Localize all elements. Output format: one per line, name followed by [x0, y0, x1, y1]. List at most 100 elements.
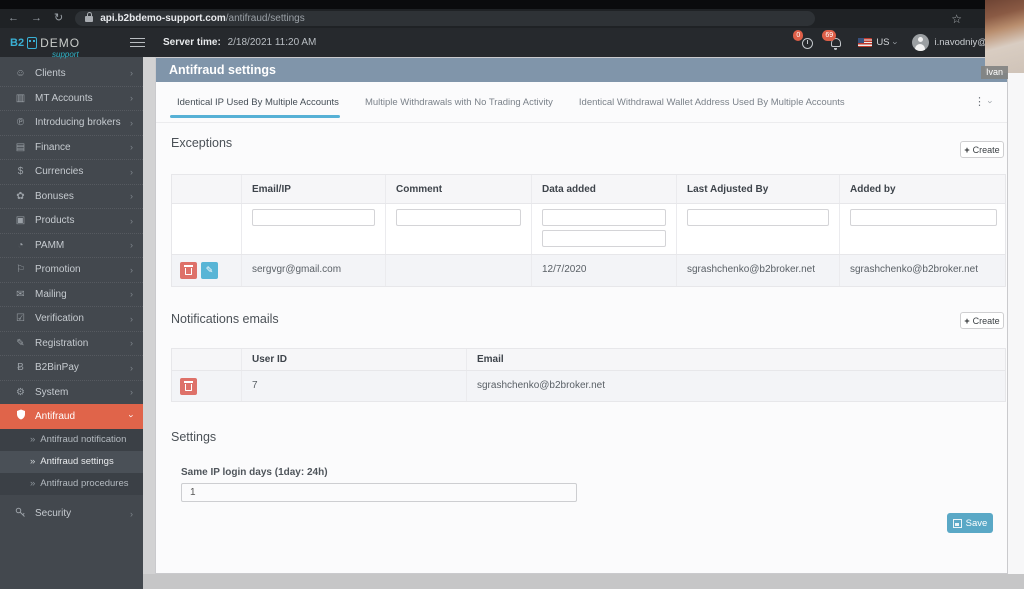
- filter-date-to-input[interactable]: [542, 230, 666, 247]
- sidebar-item-products[interactable]: ▣ Products ›: [0, 208, 143, 233]
- sidebar-item-antifraud-procedures[interactable]: » Antifraud procedures: [0, 473, 143, 495]
- notifications-button[interactable]: 69: [822, 30, 843, 50]
- sidebar-item-label: Introducing brokers: [35, 117, 121, 129]
- cell-data-added: 12/7/2020: [532, 255, 677, 286]
- introducing-brokers-icon: ℗: [16, 117, 25, 129]
- sidebar-item-mt-accounts[interactable]: ▥ MT Accounts ›: [0, 85, 143, 111]
- filter-date-from-input[interactable]: [542, 209, 666, 226]
- column-header-email-ip: Email/IP: [242, 175, 386, 203]
- save-button-label: Save: [965, 517, 988, 529]
- sidebar-item-currencies[interactable]: $ Currencies ›: [0, 159, 143, 184]
- cell-email: sgrashchenko@b2broker.net: [477, 380, 606, 391]
- logo-support-text: support: [52, 49, 79, 59]
- sidebar-item-label: Products: [35, 215, 75, 227]
- create-notification-email-button[interactable]: + Create: [960, 312, 1004, 329]
- sidebar-item-registration[interactable]: ✎ Registration ›: [0, 330, 143, 356]
- sidebar-item-antifraud[interactable]: Antifraud ›: [0, 404, 143, 429]
- bookmark-star-icon[interactable]: ☆: [951, 12, 962, 26]
- history-icon: [802, 38, 814, 49]
- system-icon: ⚙: [16, 386, 25, 398]
- create-exception-button[interactable]: + Create: [960, 141, 1004, 158]
- reload-button[interactable]: ↻: [54, 13, 63, 24]
- mt-accounts-icon: ▥: [15, 92, 26, 104]
- tab-collapse-button[interactable]: ›: [986, 101, 996, 104]
- chevron-right-icon: ›: [130, 338, 133, 349]
- content-card: Antifraud settings Identical IP Used By …: [155, 57, 1008, 574]
- chevron-right-icon: ›: [130, 313, 133, 324]
- sidebar-item-label: Verification: [35, 313, 84, 325]
- registration-icon: ✎: [16, 337, 25, 349]
- column-header-last-adjusted-by: Last Adjusted By: [677, 175, 840, 203]
- logo-b2-text: B2: [10, 36, 25, 49]
- table-row: ✎ sergvgr@gmail.com 12/7/2020 sgrashchen…: [172, 255, 1005, 286]
- forward-button[interactable]: →: [31, 13, 42, 24]
- submenu-item-label: Antifraud notification: [40, 434, 127, 445]
- tab-identical-wallet[interactable]: Identical Withdrawal Wallet Address Used…: [579, 97, 845, 108]
- column-header-email: Email: [477, 354, 504, 365]
- products-icon: ▣: [15, 215, 26, 227]
- sidebar-item-label: Security: [35, 508, 72, 520]
- cell-comment: [386, 255, 532, 286]
- filter-last-adjusted-input[interactable]: [687, 209, 829, 226]
- chevron-right-icon: ›: [130, 166, 133, 177]
- tab-multiple-withdrawals[interactable]: Multiple Withdrawals with No Trading Act…: [365, 97, 553, 108]
- edit-exception-button[interactable]: ✎: [201, 262, 218, 279]
- pencil-icon: ✎: [205, 265, 214, 275]
- sidebar-item-system[interactable]: ⚙ System ›: [0, 379, 143, 405]
- tab-identical-ip[interactable]: Identical IP Used By Multiple Accounts: [177, 97, 339, 108]
- sidebar-item-bonuses[interactable]: ✿ Bonuses ›: [0, 183, 143, 209]
- sidebar-item-antifraud-settings[interactable]: » Antifraud settings: [0, 450, 143, 473]
- delete-exception-button[interactable]: [180, 262, 197, 279]
- filter-added-by-input[interactable]: [850, 209, 997, 226]
- chevron-right-icon: ›: [130, 289, 133, 300]
- sidebar-item-clients[interactable]: ☺ Clients ›: [0, 61, 143, 86]
- tab-menu-button[interactable]: ⋮: [974, 95, 985, 108]
- sidebar-item-security[interactable]: Security ›: [0, 502, 143, 527]
- sidebar-item-pamm[interactable]: ◔ PAMM ›: [0, 232, 143, 258]
- app-logo: B2 DEMO support: [0, 35, 118, 59]
- sidebar-item-label: System: [35, 386, 69, 398]
- notifications-emails-heading: Notifications emails: [171, 312, 279, 326]
- currencies-icon: $: [17, 166, 24, 178]
- submenu-item-label: Antifraud settings: [40, 456, 114, 467]
- cell-user-id: 7: [242, 371, 467, 401]
- logo-demo-text: DEMO: [40, 35, 81, 50]
- row-actions-cell: [172, 371, 242, 401]
- notifications-header-row: User ID Email: [172, 349, 1005, 371]
- lock-icon: [85, 11, 94, 22]
- save-settings-button[interactable]: Save: [947, 513, 993, 533]
- url-bar[interactable]: api.b2bdemo-support.com /antifraud/setti…: [75, 11, 816, 26]
- sidebar-item-antifraud-notification[interactable]: » Antifraud notification: [0, 429, 143, 451]
- plus-icon: +: [964, 144, 970, 155]
- chevron-down-icon: ›: [126, 414, 137, 418]
- sidebar-item-finance[interactable]: ▤ Finance ›: [0, 134, 143, 160]
- content-bottom-strip: [143, 574, 1024, 589]
- filter-comment-input[interactable]: [396, 209, 521, 226]
- sidebar-item-label: Promotion: [35, 264, 81, 276]
- browser-tabstrip: [0, 0, 1024, 9]
- delete-notification-email-button[interactable]: [180, 378, 197, 395]
- hamburger-menu-button[interactable]: [130, 37, 145, 48]
- sidebar-item-label: Bonuses: [35, 190, 74, 202]
- chevron-right-icon: ›: [130, 508, 133, 519]
- chevron-right-icon: ›: [130, 93, 133, 104]
- sidebar-item-b2binpay[interactable]: Ƀ B2BinPay ›: [0, 355, 143, 380]
- browser-chrome: ← → ↻ api.b2bdemo-support.com /antifraud…: [0, 0, 1024, 28]
- mailing-icon: ✉: [16, 288, 25, 300]
- chevron-right-icon: ›: [130, 142, 133, 153]
- sidebar-item-verification[interactable]: ☑ Verification ›: [0, 306, 143, 331]
- language-selector[interactable]: US ›: [858, 37, 900, 48]
- history-button[interactable]: 0: [793, 30, 814, 49]
- back-button[interactable]: ←: [8, 13, 19, 24]
- sidebar-item-promotion[interactable]: ⚐ Promotion ›: [0, 257, 143, 282]
- sidebar-item-mailing[interactable]: ✉ Mailing ›: [0, 281, 143, 307]
- same-ip-login-days-input[interactable]: [181, 483, 577, 502]
- filter-email-ip-input[interactable]: [252, 209, 375, 226]
- server-time-value: 2/18/2021 11:20 AM: [227, 37, 317, 48]
- sidebar-item-introducing-brokers[interactable]: ℗ Introducing brokers ›: [0, 110, 143, 135]
- chevron-right-icon: ›: [130, 387, 133, 398]
- exceptions-table: Email/IP Comment Data added Last Adjuste…: [171, 174, 1006, 287]
- sidebar-item-label: Antifraud: [35, 410, 76, 422]
- chevron-down-icon: ›: [890, 41, 901, 44]
- actions-column-header: [172, 349, 242, 370]
